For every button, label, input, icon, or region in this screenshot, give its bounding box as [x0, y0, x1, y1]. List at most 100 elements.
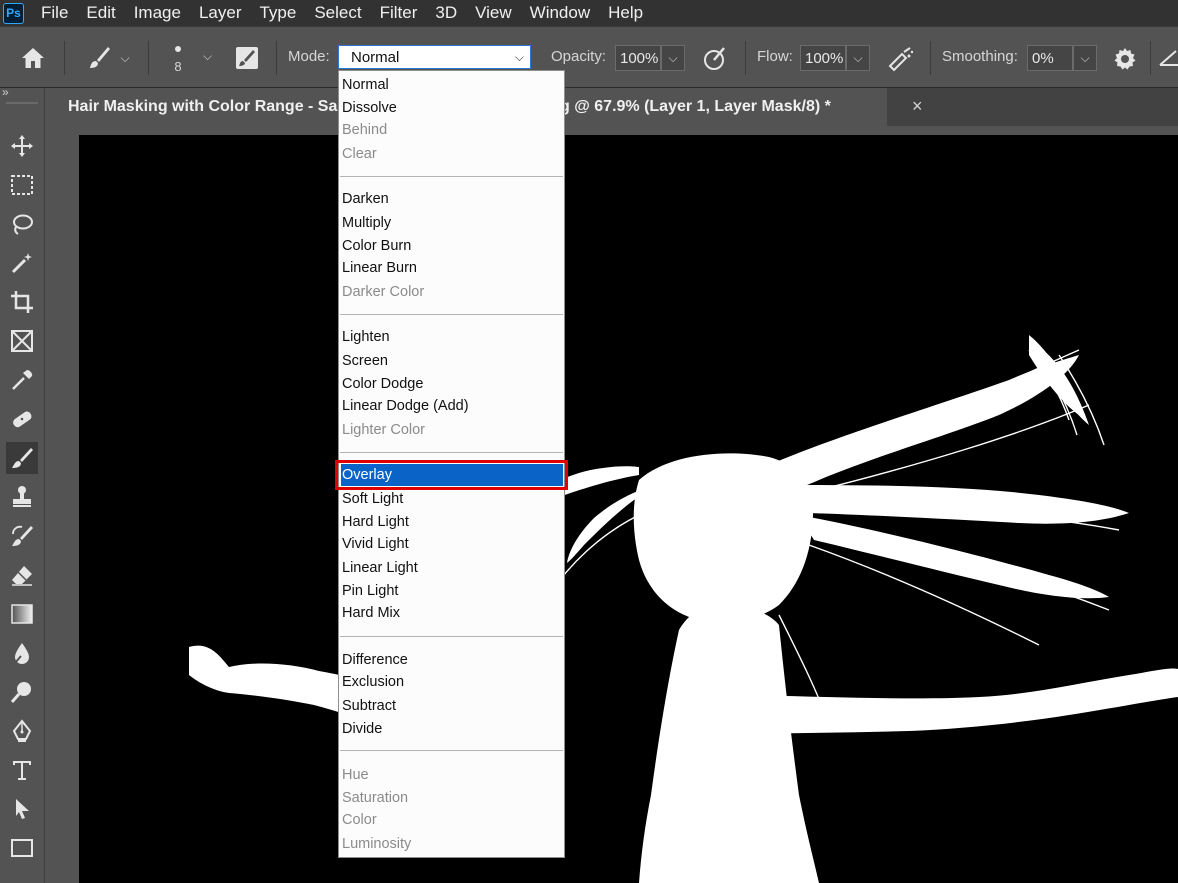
flow-value: 100% [805, 49, 844, 67]
blend-mode-linear-dodge[interactable]: Linear Dodge (Add) [341, 395, 563, 417]
magic-wand-tool[interactable] [6, 247, 38, 279]
menu-view[interactable]: View [466, 3, 521, 23]
pen-icon [12, 719, 32, 742]
healing-brush-icon [13, 411, 32, 428]
blend-mode-soft-light[interactable]: Soft Light [341, 488, 563, 510]
blend-mode-color-burn[interactable]: Color Burn [341, 235, 563, 257]
menu-file[interactable]: File [32, 3, 77, 23]
blend-mode-normal[interactable]: Normal [341, 74, 563, 96]
menu-divider [340, 314, 563, 315]
blend-mode-overlay[interactable]: Overlay [341, 464, 563, 486]
eraser-tool[interactable] [6, 559, 38, 591]
brush-tip-icon [175, 45, 181, 52]
angle-control[interactable] [1158, 47, 1178, 71]
opacity-dropdown-button[interactable]: ⌵ [661, 45, 685, 71]
tool-preset-picker[interactable]: ⌵ [80, 43, 136, 73]
brush-settings-toggle[interactable] [232, 44, 262, 72]
chevron-down-icon: ⌵ [1080, 50, 1090, 65]
smoothing-input[interactable]: 0% [1027, 45, 1073, 71]
blend-mode-hard-mix[interactable]: Hard Mix [341, 602, 563, 624]
brush-tool[interactable] [6, 442, 38, 474]
photoshop-logo: Ps [3, 2, 24, 24]
dodge-icon [10, 682, 31, 703]
blend-mode-lighten[interactable]: Lighten [341, 326, 563, 348]
pressure-opacity-toggle[interactable] [700, 44, 730, 74]
brush-size-value: 8 [174, 58, 182, 74]
flow-dropdown-button[interactable]: ⌵ [846, 45, 870, 71]
menu-bar: Ps File Edit Image Layer Type Select Fil… [0, 0, 1178, 26]
menu-3d[interactable]: 3D [426, 3, 466, 23]
marquee-icon [11, 175, 33, 195]
layer-mask-image [189, 335, 1178, 883]
chevron-down-icon[interactable]: ⌵ [203, 49, 212, 64]
menu-select[interactable]: Select [305, 3, 370, 23]
tools-panel: » [0, 85, 45, 883]
move-tool[interactable] [6, 130, 38, 162]
blend-mode-multiply[interactable]: Multiply [341, 212, 563, 234]
close-icon[interactable]: × [912, 96, 923, 117]
blend-mode-hue: Hue [342, 767, 369, 783]
blend-mode-linear-light[interactable]: Linear Light [341, 557, 563, 579]
blur-tool[interactable] [6, 637, 38, 669]
blend-mode-color: Color [342, 812, 377, 828]
dodge-tool[interactable] [6, 676, 38, 708]
type-tool[interactable] [6, 754, 38, 786]
blend-mode-subtract[interactable]: Subtract [341, 695, 563, 717]
blend-mode-vivid-light[interactable]: Vivid Light [341, 533, 563, 555]
blend-mode-pin-light[interactable]: Pin Light [341, 580, 563, 602]
smoothing-options-button[interactable] [1110, 44, 1140, 74]
document-canvas[interactable] [79, 135, 1178, 883]
airbrush-icon [888, 47, 914, 72]
magic-wand-icon [11, 253, 32, 274]
menu-filter[interactable]: Filter [371, 3, 427, 23]
lasso-icon [13, 214, 33, 235]
brush-preset-icon [90, 47, 111, 68]
path-selection-icon [16, 799, 29, 819]
brush-icon [12, 448, 33, 468]
blend-mode-hard-light[interactable]: Hard Light [341, 511, 563, 533]
path-selection-tool[interactable] [6, 793, 38, 825]
menu-image[interactable]: Image [125, 3, 190, 23]
marquee-tool[interactable] [6, 169, 38, 201]
crop-tool[interactable] [6, 286, 38, 318]
blend-mode-divide[interactable]: Divide [341, 718, 563, 740]
panel-grip[interactable] [6, 102, 38, 104]
menu-help[interactable]: Help [599, 3, 652, 23]
blend-mode-behind: Behind [342, 122, 388, 138]
flow-label: Flow: [757, 48, 793, 65]
opacity-input[interactable]: 100% [615, 45, 661, 71]
type-icon [13, 761, 31, 780]
collapse-panel-icon[interactable]: » [2, 85, 9, 99]
eyedropper-tool[interactable] [6, 364, 38, 396]
rectangle-tool[interactable] [6, 832, 38, 864]
blend-mode-dissolve[interactable]: Dissolve [341, 97, 563, 119]
flow-input[interactable]: 100% [800, 45, 846, 71]
clone-stamp-tool[interactable] [6, 481, 38, 513]
blend-mode-clear: Clear [342, 146, 377, 162]
smoothing-dropdown-button[interactable]: ⌵ [1073, 45, 1097, 71]
blend-mode-linear-burn[interactable]: Linear Burn [341, 257, 563, 279]
menu-layer[interactable]: Layer [190, 3, 251, 23]
gradient-tool[interactable] [6, 598, 38, 630]
menu-window[interactable]: Window [521, 3, 599, 23]
document-tab-title: Hair Masking with Color Range - Sa [68, 98, 338, 115]
brush-size-picker[interactable]: 8 [160, 39, 196, 79]
lasso-tool[interactable] [6, 208, 38, 240]
airbrush-toggle[interactable] [884, 44, 916, 74]
healing-brush-tool[interactable] [6, 403, 38, 435]
menu-type[interactable]: Type [250, 3, 305, 23]
mode-select[interactable]: Normal ⌵ [338, 45, 531, 69]
chevron-down-icon: ⌵ [668, 50, 678, 65]
home-button[interactable] [16, 43, 50, 73]
frame-tool[interactable] [6, 325, 38, 357]
blend-mode-darken[interactable]: Darken [341, 188, 563, 210]
blend-mode-color-dodge[interactable]: Color Dodge [341, 373, 563, 395]
pen-tool[interactable] [6, 715, 38, 747]
blend-mode-difference[interactable]: Difference [341, 649, 563, 671]
history-brush-tool[interactable] [6, 520, 38, 552]
blend-mode-exclusion[interactable]: Exclusion [341, 671, 563, 693]
blend-mode-darker-color: Darker Color [342, 284, 425, 300]
gradient-icon [11, 604, 33, 624]
blend-mode-screen[interactable]: Screen [341, 350, 563, 372]
menu-edit[interactable]: Edit [77, 3, 124, 23]
